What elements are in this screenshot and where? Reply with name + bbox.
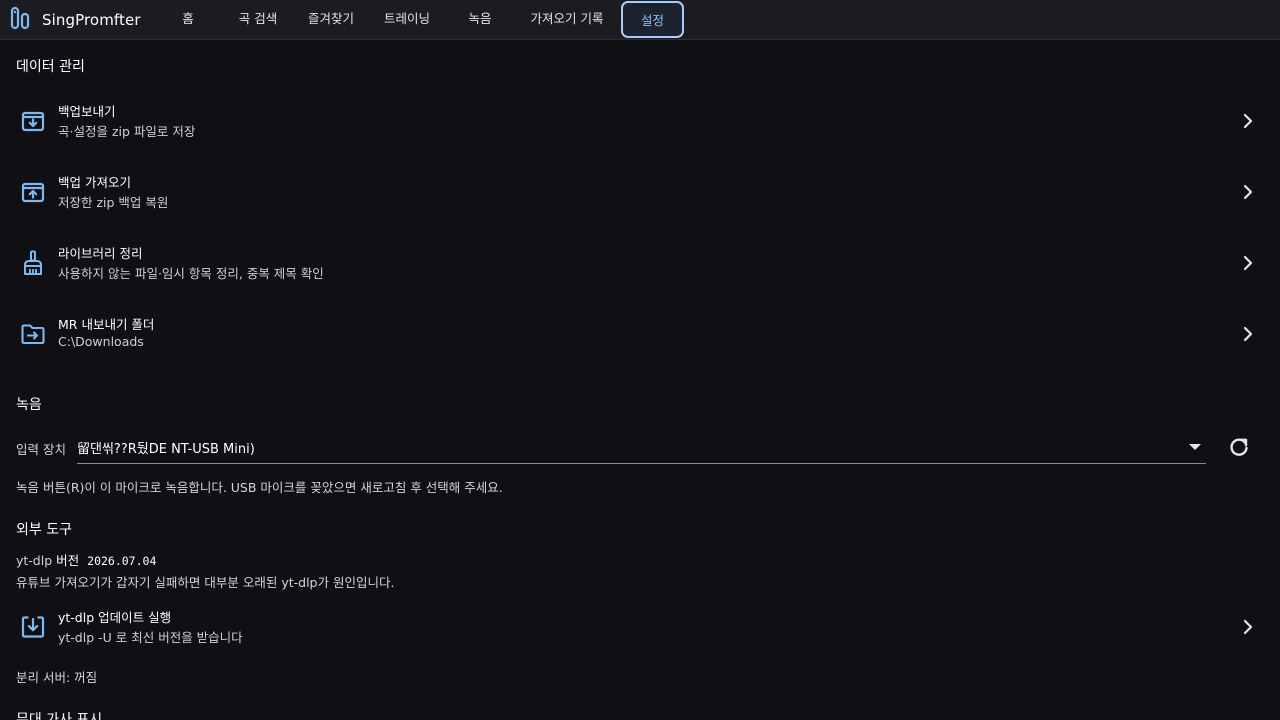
- archive-download-icon: [20, 108, 46, 134]
- chevron-right-icon: [1238, 324, 1258, 344]
- ytdlp-update-subtitle: yt-dlp -U 로 최신 버전을 받습니다: [58, 630, 243, 645]
- download-icon: [20, 614, 46, 640]
- dropdown-caret-icon: [1189, 444, 1201, 450]
- ytdlp-name: yt-dlp: [16, 553, 53, 568]
- section-title-recording: 녹음: [16, 397, 42, 413]
- ytdlp-update-row[interactable]: yt-dlp 업데이트 실행 yt-dlp -U 로 최신 버전을 받습니다: [0, 596, 1280, 658]
- backup-export-row[interactable]: 백업보내기 곡·설정을 zip 파일로 저장: [0, 90, 1280, 152]
- ytdlp-version-label: 버전: [56, 553, 80, 568]
- section-title-data-management: 데이터 관리: [16, 59, 85, 75]
- library-cleanup-row[interactable]: 라이브러리 정리 사용하지 않는 파일·임시 항목 정리, 중복 제목 확인: [0, 232, 1280, 294]
- mr-export-folder-path: C:\Downloads: [58, 334, 144, 349]
- chevron-right-icon: [1238, 182, 1258, 202]
- tab-settings[interactable]: 설정: [621, 1, 684, 38]
- library-cleanup-subtitle: 사용하지 않는 파일·임시 항목 정리, 중복 제목 확인: [58, 266, 324, 281]
- separation-server-status: 분리 서버: 꺼짐: [16, 670, 98, 685]
- ytdlp-hint: 유튜브 가져오기가 갑자기 실패하면 대부분 오래된 yt-dlp가 원인입니다…: [16, 575, 395, 590]
- refresh-icon: [1230, 438, 1248, 456]
- chevron-right-icon: [1238, 617, 1258, 637]
- top-navigation-bar: SingPromfter 홈 곡 검색 즐겨찾기 트레이닝 녹음 가져오기 기록…: [0, 0, 1280, 40]
- app-logo-icon: [10, 6, 32, 34]
- archive-upload-icon: [20, 179, 46, 205]
- app-brand[interactable]: SingPromfter: [10, 6, 141, 34]
- section-title-stage-lyrics: 무대 가사 표시: [16, 712, 103, 720]
- input-device-select[interactable]: 留댄씪??R뒀DE NT-USB Mini): [77, 432, 1206, 464]
- chevron-right-icon: [1238, 253, 1258, 273]
- backup-import-row[interactable]: 백업 가져오기 저장한 zip 백업 복원: [0, 161, 1280, 223]
- backup-import-title: 백업 가져오기: [58, 175, 131, 190]
- section-title-external-tools: 외부 도구: [16, 522, 72, 538]
- input-device-value: 留댄씪??R뒀DE NT-USB Mini): [77, 442, 255, 457]
- broom-icon: [20, 250, 46, 276]
- app-name: SingPromfter: [42, 11, 141, 29]
- tab-favorites[interactable]: 즐겨찾기: [300, 0, 362, 38]
- library-cleanup-title: 라이브러리 정리: [58, 246, 143, 261]
- ytdlp-version-value: 2026.07.04: [87, 554, 157, 568]
- refresh-devices-button[interactable]: [1227, 435, 1251, 459]
- tab-recording[interactable]: 녹음: [455, 0, 505, 38]
- backup-export-title: 백업보내기: [58, 104, 116, 119]
- backup-export-subtitle: 곡·설정을 zip 파일로 저장: [58, 124, 196, 139]
- input-device-label: 입력 장치: [16, 442, 66, 457]
- ytdlp-update-title: yt-dlp 업데이트 실행: [58, 610, 172, 625]
- tab-song-search[interactable]: 곡 검색: [228, 0, 288, 38]
- folder-export-icon: [20, 321, 46, 347]
- recording-hint: 녹음 버튼(R)이 이 마이크로 녹음합니다. USB 마이크를 꽂았으면 새로…: [16, 480, 503, 495]
- chevron-right-icon: [1238, 111, 1258, 131]
- backup-import-subtitle: 저장한 zip 백업 복원: [58, 195, 169, 210]
- ytdlp-version-line: yt-dlp 버전 2026.07.04: [16, 550, 156, 569]
- mr-export-folder-title: MR 내보내기 폴더: [58, 317, 155, 332]
- tab-training[interactable]: 트레이닝: [376, 0, 438, 38]
- tab-import-history[interactable]: 가져오기 기록: [522, 0, 612, 38]
- mr-export-folder-row[interactable]: MR 내보내기 폴더 C:\Downloads: [0, 303, 1280, 365]
- tab-home[interactable]: 홈: [162, 0, 214, 38]
